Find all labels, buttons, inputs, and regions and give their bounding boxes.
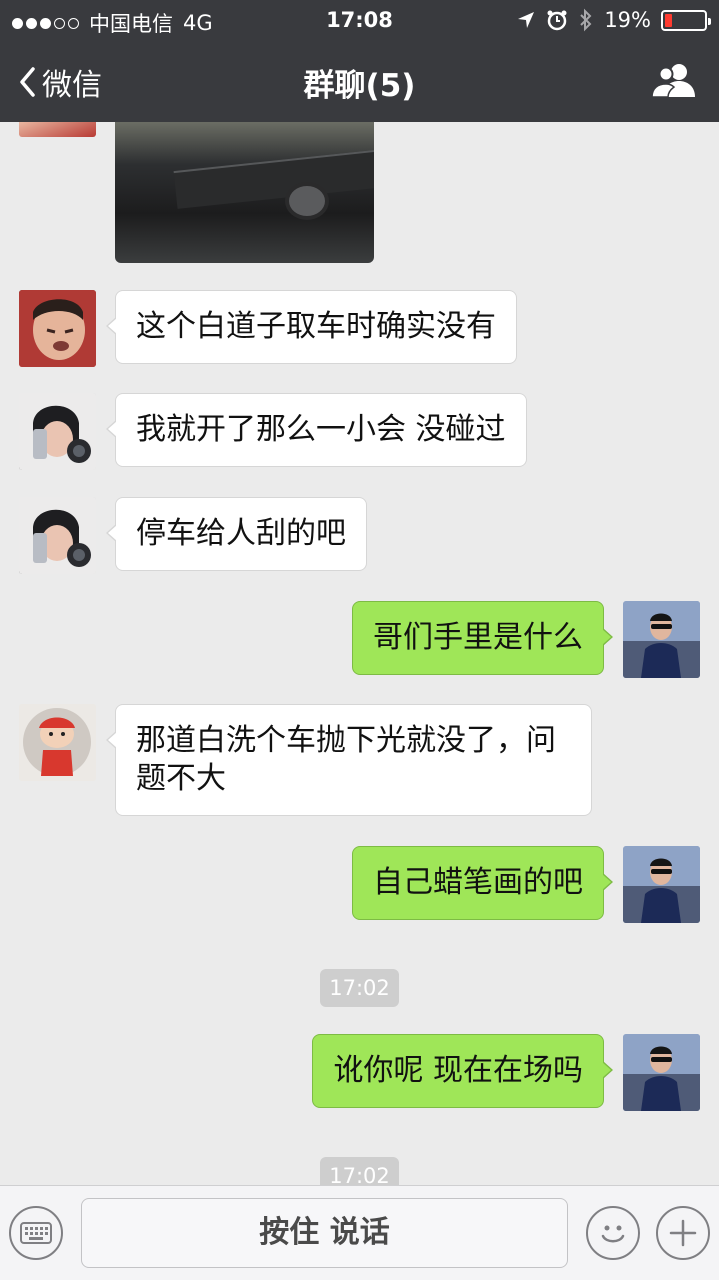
message-text: 哥们手里是什么 (373, 620, 583, 655)
battery-icon (661, 9, 711, 31)
avatar-image (623, 1034, 700, 1111)
avatar-image (19, 290, 96, 367)
page-title: 群聊(5) (303, 68, 416, 104)
more-button[interactable] (656, 1206, 710, 1260)
photo-content (173, 149, 374, 209)
nav-bar: 微信 群聊(5) (0, 40, 719, 122)
message-bubble-self[interactable]: 自己蜡笔画的吧 (352, 846, 613, 920)
bluetooth-icon (580, 8, 592, 32)
emoji-icon (601, 1225, 625, 1243)
battery-percent: 19% (604, 8, 651, 32)
battery-fill (665, 13, 672, 27)
chat-area[interactable]: 这个白道子取车时确实没有 我就开了那么一小会 没碰过 停车给人刮的吧 哥们手里是… (0, 122, 719, 1185)
avatar-image (19, 704, 96, 781)
message-bubble-self[interactable]: 哥们手里是什么 (352, 601, 613, 675)
keyboard-icon (20, 1222, 52, 1244)
avatar-self[interactable] (623, 846, 700, 923)
avatar-image (623, 846, 700, 923)
avatar[interactable] (19, 122, 96, 137)
group-members-icon (651, 64, 695, 98)
message-text: 我就开了那么一小会 没碰过 (136, 412, 506, 447)
group-members-button[interactable] (651, 62, 697, 102)
avatar[interactable] (19, 497, 96, 574)
location-arrow-icon (518, 12, 535, 28)
input-bar: 按住 说话 (0, 1185, 719, 1280)
avatar-image (623, 601, 700, 678)
photo-content-detail (285, 182, 329, 220)
avatar[interactable] (19, 393, 96, 470)
plus-icon (669, 1219, 697, 1247)
avatar-image (19, 393, 96, 470)
message-text: 讹你呢 现在在场吗 (333, 1053, 583, 1088)
keyboard-toggle-button[interactable] (9, 1206, 63, 1260)
timestamp-divider: 17:02 (320, 1157, 399, 1185)
alarm-icon (547, 10, 567, 31)
message-bubble-self[interactable]: 讹你呢 现在在场吗 (312, 1034, 613, 1108)
message-text: 那道白洗个车抛下光就没了，问题不大 (136, 723, 556, 796)
status-bar: 中国电信 4G 17:08 19% (0, 0, 719, 40)
hold-to-talk-button[interactable]: 按住 说话 (81, 1198, 568, 1268)
avatar-self[interactable] (623, 1034, 700, 1111)
avatar[interactable] (19, 290, 96, 367)
top-bar: 中国电信 4G 17:08 19% 微信 群聊(5) (0, 0, 719, 122)
message-text: 自己蜡笔画的吧 (373, 865, 583, 900)
avatar[interactable] (19, 704, 96, 781)
message-text: 这个白道子取车时确实没有 (136, 309, 496, 344)
message-bubble[interactable]: 这个白道子取车时确实没有 (106, 290, 517, 364)
avatar-image (19, 497, 96, 574)
message-text: 停车给人刮的吧 (136, 516, 346, 551)
image-message[interactable] (115, 122, 374, 263)
timestamp-divider: 17:02 (320, 969, 399, 1007)
avatar-self[interactable] (623, 601, 700, 678)
message-bubble[interactable]: 停车给人刮的吧 (106, 497, 367, 571)
message-bubble[interactable]: 我就开了那么一小会 没碰过 (106, 393, 527, 467)
message-bubble[interactable]: 那道白洗个车抛下光就没了，问题不大 (106, 704, 592, 816)
emoji-button[interactable] (586, 1206, 640, 1260)
